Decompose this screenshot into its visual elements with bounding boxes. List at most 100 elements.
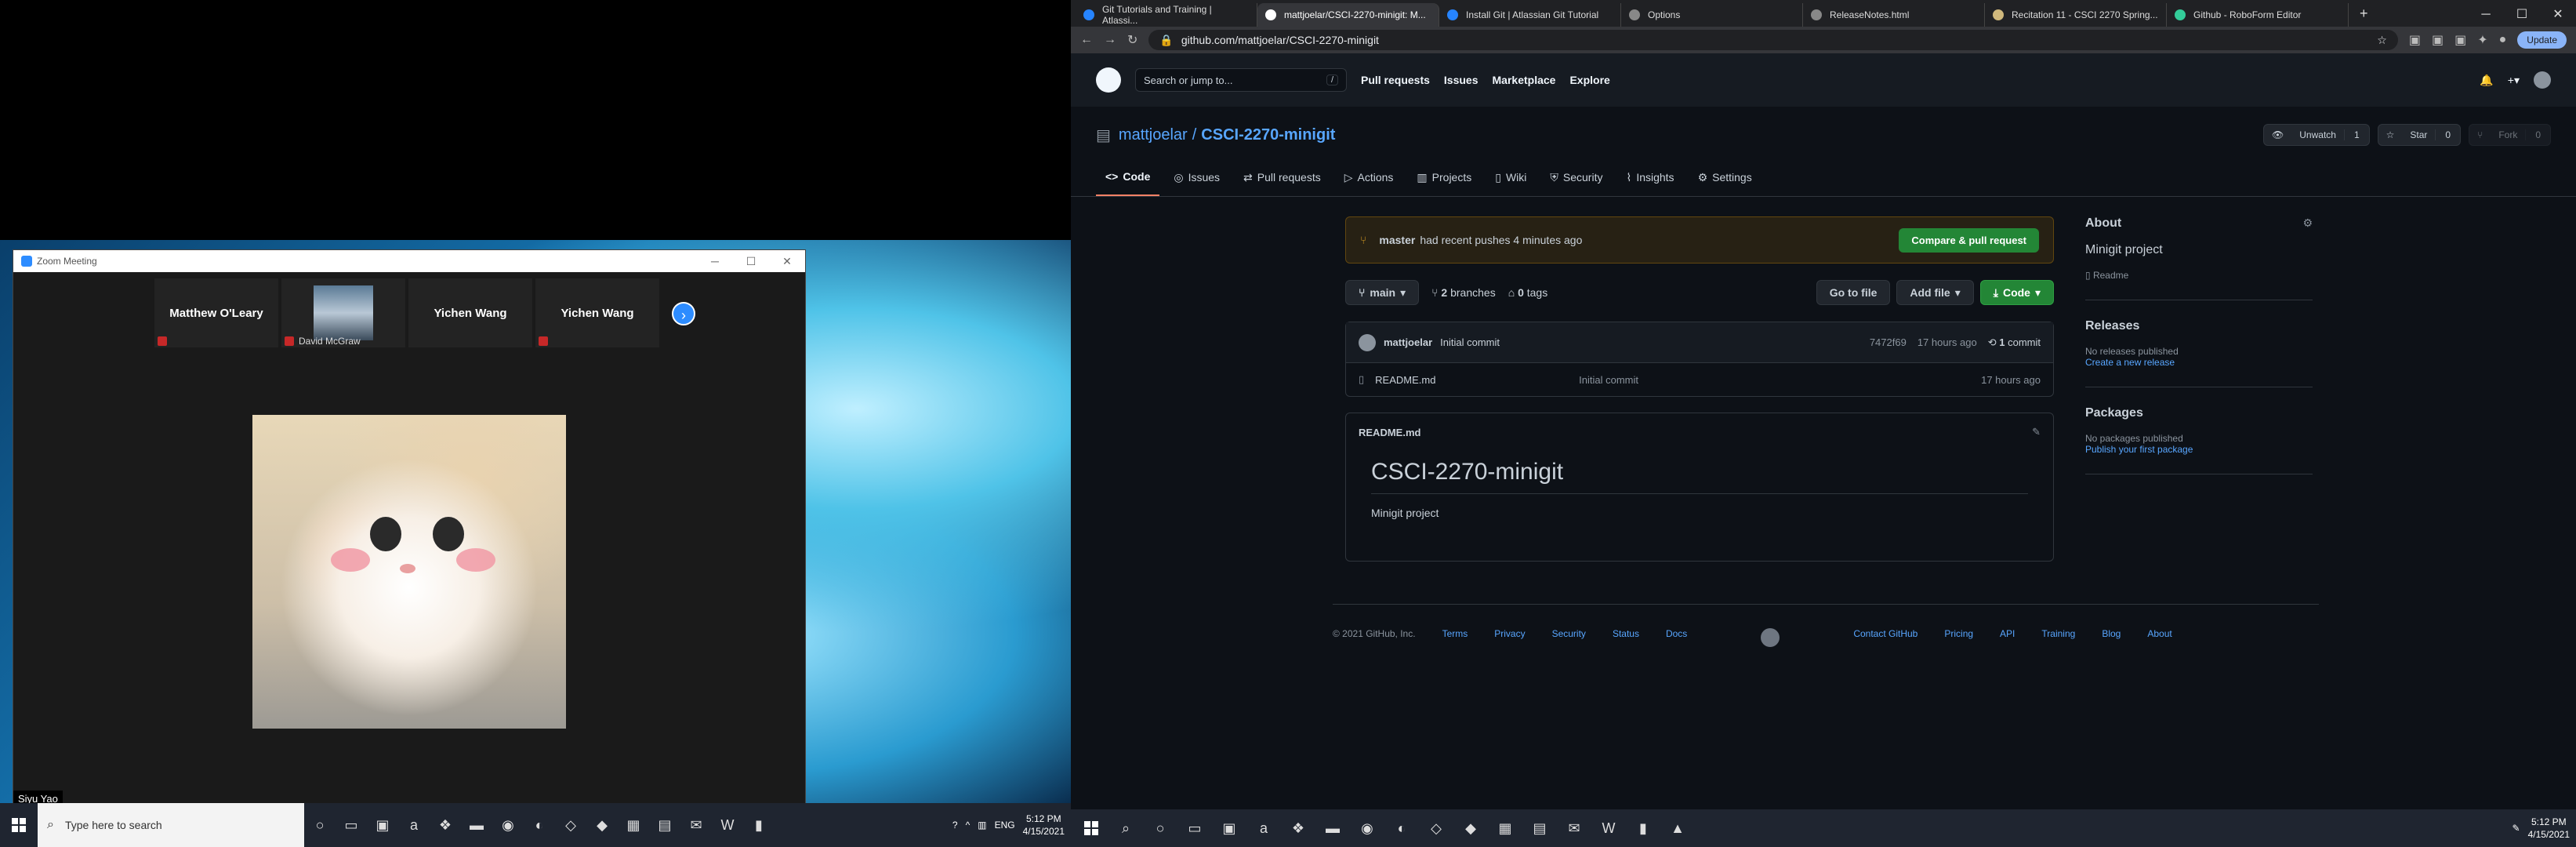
commit-author[interactable]: mattjoelar [1384, 336, 1432, 348]
footer-link[interactable]: Contact GitHub [1853, 628, 1917, 647]
footer-link[interactable]: API [2000, 628, 2015, 647]
footer-link[interactable]: Privacy [1494, 628, 1525, 647]
footer-link[interactable]: Blog [2102, 628, 2121, 647]
footer-link[interactable]: Training [2041, 628, 2075, 647]
app-icon[interactable]: ◆ [1455, 809, 1486, 847]
bell-icon[interactable]: 🔔 [2480, 74, 2493, 87]
participant-tile[interactable]: Yichen Wang [535, 278, 659, 347]
calculator-icon[interactable]: ▤ [649, 803, 680, 847]
zoom-titlebar[interactable]: Zoom Meeting ─ ☐ ✕ [13, 250, 805, 272]
add-file-button[interactable]: Add file ▾ [1896, 280, 1974, 305]
fork-button[interactable]: ⑂ Fork 0 [2469, 124, 2551, 146]
chevron-right-icon[interactable]: › [672, 302, 695, 325]
tab-security[interactable]: ⛨ Security [1540, 158, 1612, 196]
maximize-icon[interactable]: ☐ [2504, 3, 2540, 27]
github-logo-icon[interactable] [1096, 67, 1121, 93]
extension-icon[interactable]: ▣ [2454, 32, 2466, 48]
pencil-icon[interactable]: ✎ [2032, 426, 2041, 438]
back-icon[interactable]: ← [1080, 33, 1093, 47]
nav-explore[interactable]: Explore [1569, 74, 1609, 86]
tags-link[interactable]: ⌂ 0 tags [1508, 286, 1548, 299]
mail-icon[interactable]: ✉ [680, 803, 712, 847]
taskbar-search[interactable]: ⌕ Type here to search [38, 803, 304, 847]
branches-link[interactable]: ⑂ 2 branches [1431, 286, 1496, 299]
minimize-icon[interactable]: ─ [697, 255, 733, 268]
puzzle-icon[interactable]: ✦ [2477, 32, 2487, 48]
cortana-icon[interactable]: ○ [1145, 809, 1176, 847]
network-icon[interactable]: ▥ [978, 820, 986, 831]
profile-icon[interactable]: ● [2499, 33, 2507, 47]
github-mark-icon[interactable] [1761, 628, 1780, 647]
table-row[interactable]: ▯ README.md Initial commit 17 hours ago [1346, 363, 2053, 396]
browser-tab[interactable]: Recitation 11 - CSCI 2270 Spring... [1985, 3, 2167, 27]
windows-start-icon[interactable] [0, 803, 38, 847]
footer-link[interactable]: Security [1552, 628, 1586, 647]
windows-start-icon[interactable] [1076, 809, 1107, 847]
star-bookmark-icon[interactable]: ☆ [2377, 34, 2387, 47]
lang-indicator[interactable]: ENG [995, 820, 1015, 831]
vscode-icon[interactable]: ◇ [1420, 809, 1452, 847]
vscode-icon[interactable]: ◇ [555, 803, 586, 847]
close-icon[interactable]: ✕ [2540, 3, 2576, 27]
footer-link[interactable]: Docs [1666, 628, 1687, 647]
word-icon[interactable]: W [1593, 809, 1624, 847]
participant-tile[interactable]: David McGraw [281, 278, 405, 347]
tab-pull-requests[interactable]: ⇄ Pull requests [1234, 158, 1330, 196]
dropbox-icon[interactable]: ❖ [430, 803, 461, 847]
clock[interactable]: 5:12 PM 4/15/2021 [2528, 816, 2570, 841]
amazon-icon[interactable]: a [398, 803, 430, 847]
footer-link[interactable]: Status [1613, 628, 1639, 647]
chevron-up-icon[interactable]: ^ [966, 820, 971, 831]
create-release-link[interactable]: Create a new release [2085, 357, 2313, 368]
footer-link[interactable]: About [2147, 628, 2171, 647]
file-commit-message[interactable]: Initial commit [1579, 374, 1638, 386]
edge-icon[interactable]: ◐ [524, 803, 555, 847]
cortana-icon[interactable]: ○ [304, 803, 336, 847]
nav-marketplace[interactable]: Marketplace [1493, 74, 1556, 86]
tab-wiki[interactable]: ▯ Wiki [1486, 158, 1536, 196]
repo-owner[interactable]: mattjoelar [1119, 126, 1188, 144]
plus-icon[interactable]: +▾ [2508, 74, 2520, 87]
browser-tab[interactable]: ReleaseNotes.html [1803, 3, 1985, 27]
zoom-taskbar-icon[interactable]: ▮ [1627, 809, 1659, 847]
reload-icon[interactable]: ↻ [1127, 32, 1137, 48]
mail-icon[interactable]: ✉ [1558, 809, 1590, 847]
zoom-taskbar-icon[interactable]: ▮ [743, 803, 775, 847]
footer-link[interactable]: Pricing [1944, 628, 1973, 647]
task-view-icon[interactable]: ▭ [336, 803, 367, 847]
footer-link[interactable]: Terms [1442, 628, 1468, 647]
address-bar[interactable]: 🔒 github.com/mattjoelar/CSCI-2270-minigit… [1148, 30, 2398, 50]
browser-tab-active[interactable]: mattjoelar/CSCI-2270-minigit: M... [1257, 3, 1439, 27]
app-icon[interactable]: ◆ [586, 803, 618, 847]
extension-icon[interactable]: ▣ [2409, 32, 2421, 48]
browser-tab[interactable]: Options [1621, 3, 1803, 27]
readme-link[interactable]: ▯ Readme [2085, 270, 2313, 281]
nav-pull-requests[interactable]: Pull requests [1361, 74, 1430, 86]
participant-tile[interactable]: Matthew O'Leary [154, 278, 278, 347]
tab-code[interactable]: <> Code [1096, 158, 1160, 196]
tab-actions[interactable]: ▷ Actions [1335, 158, 1403, 196]
extension-icon[interactable]: ▣ [2432, 32, 2444, 48]
app-icon[interactable]: ▦ [618, 803, 649, 847]
go-to-file-button[interactable]: Go to file [1816, 280, 1891, 305]
help-icon[interactable]: ? [952, 820, 958, 831]
commit-sha[interactable]: 7472f69 [1870, 336, 1907, 349]
word-icon[interactable]: W [712, 803, 743, 847]
star-button[interactable]: ☆ Star 0 [2377, 124, 2462, 146]
participant-tile[interactable]: Yichen Wang [408, 278, 532, 347]
maximize-icon[interactable]: ☐ [733, 255, 769, 268]
repo-name[interactable]: CSCI-2270-minigit [1201, 126, 1335, 144]
browser-tab[interactable]: Install Git | Atlassian Git Tutorial [1439, 3, 1621, 27]
file-explorer-icon[interactable]: ▬ [1317, 809, 1348, 847]
zoom-window[interactable]: Zoom Meeting ─ ☐ ✕ Matthew O'Leary David… [13, 249, 806, 808]
code-button[interactable]: ⤓ Code ▾ [1979, 280, 2054, 305]
gear-icon[interactable]: ⚙ [2302, 216, 2313, 231]
github-search-input[interactable]: Search or jump to... / [1135, 68, 1347, 92]
amazon-icon[interactable]: a [1248, 809, 1279, 847]
clock[interactable]: 5:12 PM 4/15/2021 [1023, 812, 1065, 838]
chrome-icon[interactable]: ◉ [492, 803, 524, 847]
store-icon[interactable]: ▣ [367, 803, 398, 847]
publish-package-link[interactable]: Publish your first package [2085, 444, 2313, 455]
store-icon[interactable]: ▣ [1214, 809, 1245, 847]
nav-issues[interactable]: Issues [1444, 74, 1478, 86]
